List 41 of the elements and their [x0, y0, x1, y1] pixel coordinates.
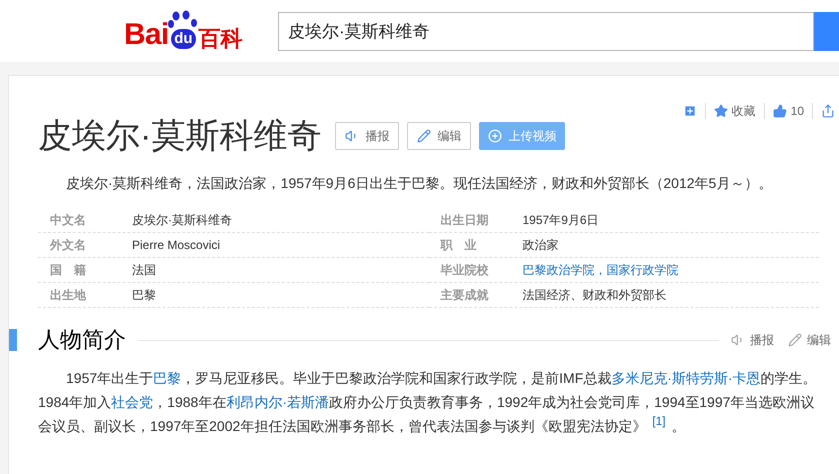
info-value: 1957年9月6日 [522, 212, 599, 229]
search-field[interactable]: 皮埃尔·莫斯科维奇 [278, 12, 814, 50]
info-link[interactable]: 巴黎政治学院，国家行政学院 [522, 261, 678, 279]
edit-button[interactable]: 编辑 [407, 122, 472, 150]
speak-link[interactable]: 播报 [731, 331, 774, 349]
like-button[interactable]: 10 [772, 102, 804, 120]
info-label: 外文名 [48, 237, 87, 254]
info-label: 出生地 [49, 287, 87, 304]
add-icon[interactable] [682, 104, 697, 118]
inline-link[interactable]: 多米尼克·斯特劳斯·卡恩 [611, 370, 761, 386]
info-value: 巴黎 [132, 287, 156, 304]
info-value: 法国 [132, 262, 156, 279]
info-value: 政治家 [522, 237, 558, 254]
info-label: 中文名 [49, 212, 87, 229]
info-label: 主要成就 [440, 287, 490, 304]
info-value: 法国经济、财政和外贸部长 [522, 287, 666, 304]
info-value: 皮埃尔·莫斯科维奇 [132, 212, 232, 229]
summary-text: 皮埃尔·莫斯科维奇，法国政治家，1957年9月6日出生于巴黎。现任法国经济，财政和外贸部长（2012年5月～）。 [65, 174, 774, 193]
info-label: 职 业 [439, 237, 478, 254]
favorite-button[interactable]: 收藏 [714, 102, 756, 120]
info-label: 毕业院校 [440, 262, 490, 279]
star-icon [714, 104, 728, 118]
inline-link[interactable]: 巴黎 [153, 370, 182, 386]
section-title: 人物简介 [38, 328, 126, 352]
pencil-icon [788, 333, 802, 347]
pencil-icon [417, 129, 432, 143]
share-icon[interactable] [821, 104, 835, 118]
inline-link[interactable]: 利昂内尔·若斯潘 [226, 394, 329, 410]
section-marker [9, 329, 17, 351]
plus-circle-icon [488, 129, 502, 143]
thumbs-up-icon [772, 104, 787, 118]
footnote-link[interactable]: [1] [652, 414, 666, 428]
page-title: 皮埃尔·莫斯科维奇 [38, 116, 322, 156]
edit-link[interactable]: 编辑 [788, 331, 831, 349]
baidu-baike-logo[interactable]: Bai du 百科 [124, 8, 260, 54]
info-value: Pierre Moscovici [132, 237, 220, 254]
info-label: 出生日期 [440, 212, 490, 229]
info-label: 国 籍 [49, 262, 87, 279]
inline-link[interactable]: 社会党 [111, 394, 154, 410]
speak-button[interactable]: 播报 [335, 122, 400, 150]
biography-paragraph: 1957年出生于巴黎，罗马尼亚移民。毕业于巴黎政治学院和国家行政学院，是前IMF总裁多米尼克·斯特劳斯·卡恩的学生。1984年加入社会党，1988年在利昂内尔·若斯潘政府办公厅负责教育事务，1992年成为社会党司库，1994至1997年当选欧洲议会议员、副议长，1997年至2002年担任法国欧洲事务部长，曾代表法国参与谈判《欧盟宪法协定》 $^{[1]}$ 。 [38, 369, 818, 436]
